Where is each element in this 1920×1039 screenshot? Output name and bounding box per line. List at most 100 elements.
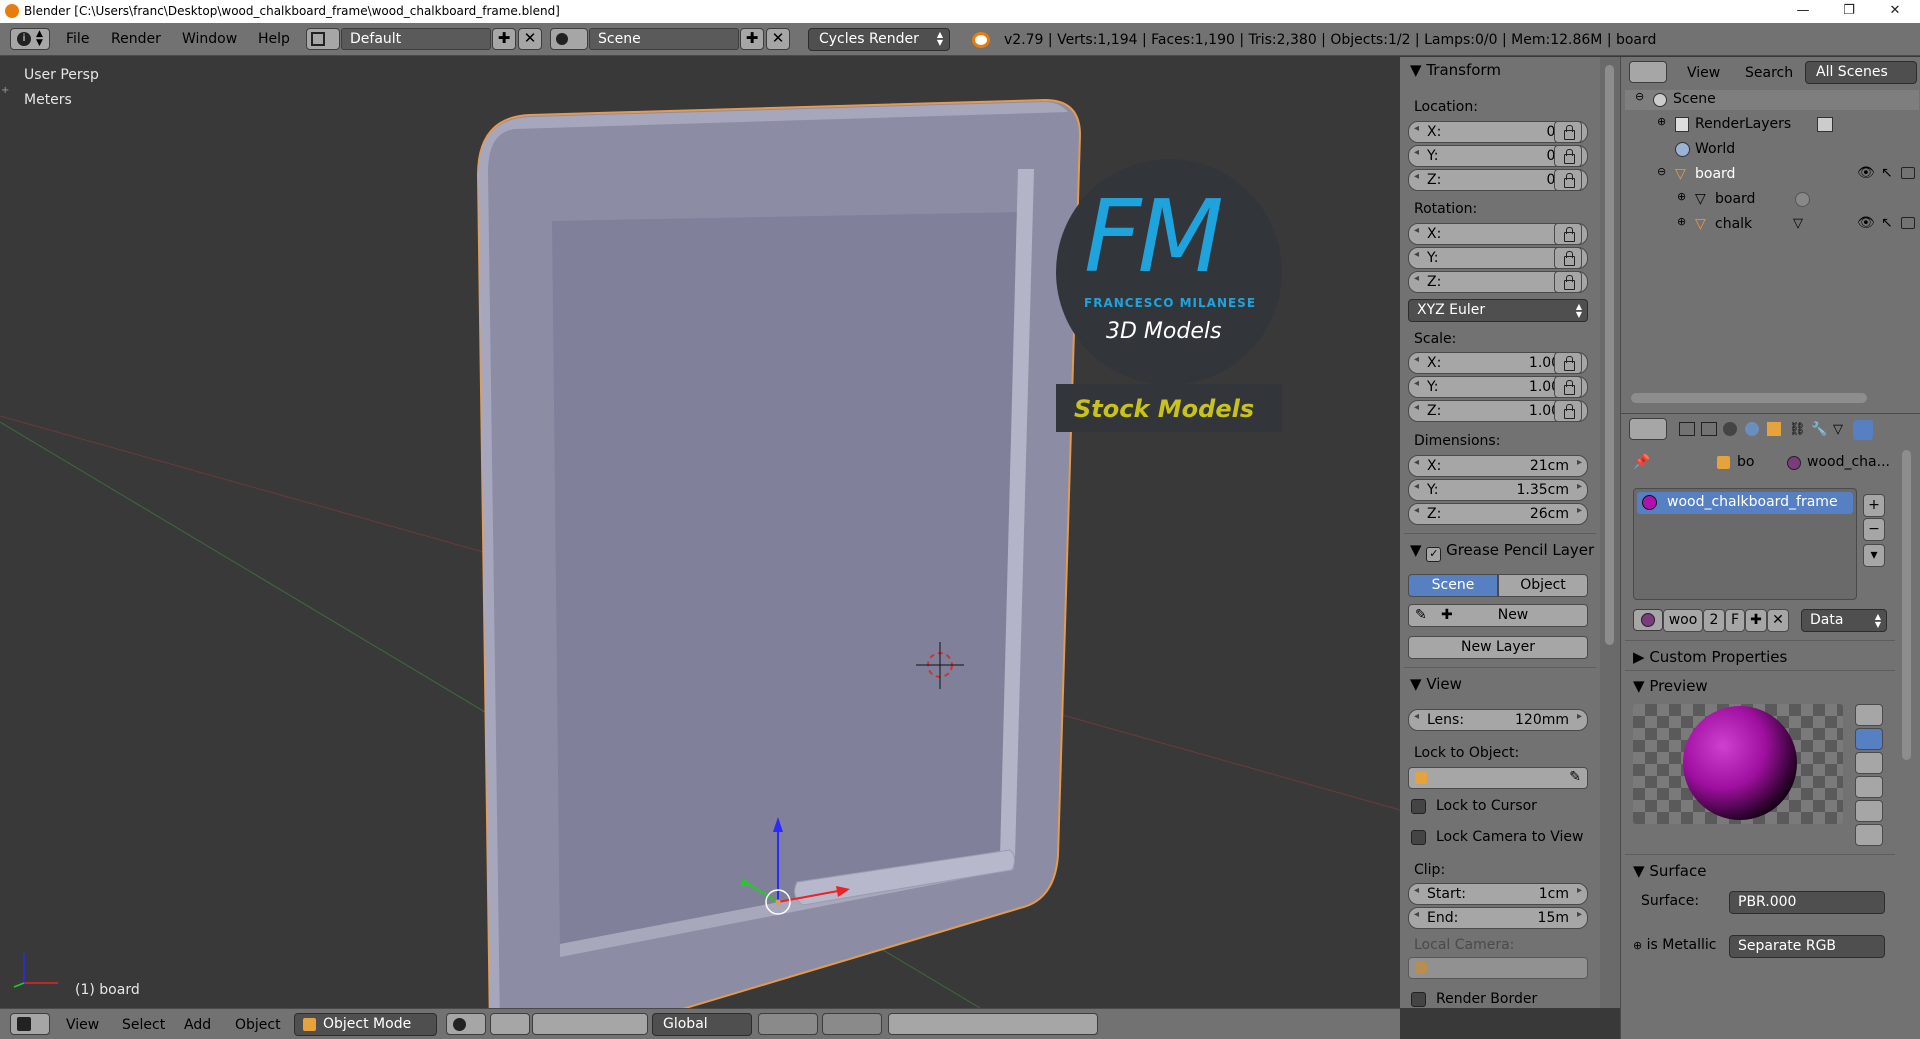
material-slot-item[interactable]: wood_chalkboard_frame	[1637, 492, 1853, 514]
new-layer-button[interactable]: New Layer	[1408, 636, 1588, 659]
outliner-row-chalk[interactable]: ⊕ ▽ chalk ▽ 👁 ↖	[1625, 215, 1919, 235]
dimensions-x-field[interactable]: ◂ X: 21cm ▸	[1408, 455, 1588, 477]
custom-properties-panel-header[interactable]: ▶ Custom Properties	[1633, 648, 1787, 666]
menu-add[interactable]: Add	[184, 1017, 211, 1033]
menu-object[interactable]: Object	[235, 1017, 281, 1033]
remove-material-slot-button[interactable]: −	[1863, 518, 1885, 541]
editor-type-button[interactable]	[10, 1013, 50, 1035]
properties-editor-type[interactable]	[1629, 418, 1667, 440]
unlink-material-button[interactable]: ✕	[1767, 609, 1789, 632]
clip-end-field[interactable]: ◂ End: 15m ▸	[1408, 907, 1588, 929]
lock-rotation-x-icon[interactable]	[1554, 223, 1582, 245]
lock-location-z-icon[interactable]	[1554, 169, 1582, 191]
menu-file[interactable]: File	[66, 31, 89, 47]
menu-select[interactable]: Select	[122, 1017, 165, 1033]
rotation-mode-dropdown[interactable]: XYZ Euler ▲ ▼	[1408, 299, 1588, 322]
layer-buttons-1[interactable]	[758, 1013, 818, 1035]
render-border-checkbox[interactable]	[1411, 992, 1426, 1007]
viewport-shading-button[interactable]	[446, 1013, 486, 1035]
close-button[interactable]: ✕	[1872, 0, 1918, 23]
scene-browse[interactable]	[550, 28, 588, 50]
outliner-row-renderlayers[interactable]: ⊕ RenderLayers	[1625, 115, 1919, 135]
scene-field[interactable]: Scene	[589, 28, 739, 50]
visibility-eye-icon[interactable]: 👁	[1857, 215, 1875, 231]
material-link-dropdown[interactable]: Data ▲ ▼	[1801, 609, 1887, 632]
lock-camera-checkbox[interactable]	[1411, 830, 1426, 845]
grease-pencil-checkbox[interactable]: ✓	[1426, 547, 1442, 562]
material-name-field[interactable]: woo	[1663, 609, 1703, 632]
3d-viewport[interactable]: FM FRANCESCO MILANESE 3D Models Stock Mo…	[0, 57, 1400, 1008]
outliner-menu-search[interactable]: Search	[1745, 65, 1793, 81]
minimize-button[interactable]: —	[1780, 0, 1826, 23]
pivot-point-button[interactable]	[490, 1013, 530, 1035]
outliner-row-world[interactable]: World	[1625, 140, 1919, 160]
screen-layout-browse[interactable]	[306, 28, 340, 50]
lock-scale-x-icon[interactable]	[1554, 352, 1582, 374]
metallic-input-dropdown[interactable]: Separate RGB	[1729, 935, 1885, 958]
add-scene-button[interactable]: ✚	[740, 28, 764, 50]
material-specials-button[interactable]: ▾	[1863, 544, 1885, 567]
snap-and-render-buttons[interactable]	[888, 1013, 1098, 1035]
dimensions-z-field[interactable]: ◂ Z: 26cm ▸	[1408, 503, 1588, 525]
properties-scrollbar[interactable]	[1902, 450, 1911, 760]
add-layout-button[interactable]: ✚	[492, 28, 516, 50]
menu-view[interactable]: View	[66, 1017, 99, 1033]
lock-location-y-icon[interactable]	[1554, 145, 1582, 167]
view-panel-header[interactable]: ▼ View	[1410, 675, 1462, 693]
expand-tools-icon[interactable]: +	[1, 85, 9, 96]
outliner-row-board-mesh[interactable]: ⊕ ▽ board	[1625, 190, 1919, 210]
material-slots-list[interactable]: wood_chalkboard_frame	[1633, 488, 1857, 600]
lock-scale-z-icon[interactable]	[1554, 400, 1582, 422]
fake-user-button[interactable]: F	[1725, 609, 1745, 632]
material-browse-button[interactable]	[1633, 609, 1663, 631]
mode-dropdown[interactable]: Object Mode	[294, 1013, 437, 1036]
grease-pencil-scene-tab[interactable]: Scene	[1408, 574, 1498, 597]
transform-panel-header[interactable]: ▼ Transform	[1410, 61, 1501, 79]
renderable-camera-icon[interactable]	[1901, 217, 1915, 229]
manipulator-buttons[interactable]	[532, 1013, 648, 1035]
eyedropper-icon[interactable]: ✎	[1569, 769, 1581, 785]
lock-rotation-z-icon[interactable]	[1554, 271, 1582, 293]
maximize-button[interactable]: ❐	[1826, 0, 1872, 23]
lock-location-x-icon[interactable]	[1554, 121, 1582, 143]
add-material-slot-button[interactable]: +	[1863, 494, 1885, 517]
new-material-button[interactable]: ✚	[1745, 609, 1767, 632]
lens-field[interactable]: ◂ Lens: 120mm ▸	[1408, 709, 1588, 731]
remove-scene-button[interactable]: ✕	[766, 28, 790, 50]
screen-layout-field[interactable]: Default	[341, 28, 491, 50]
preview-type-buttons[interactable]	[1855, 704, 1885, 846]
outliner-row-board[interactable]: ⊖ ▽ board 👁 ↖	[1625, 165, 1919, 185]
editor-type-button[interactable]: i ▲ ▼	[10, 28, 50, 50]
remove-layout-button[interactable]: ✕	[518, 28, 542, 50]
outliner-h-scrollbar[interactable]	[1631, 393, 1867, 403]
menu-window[interactable]: Window	[182, 31, 237, 47]
outliner-filter-dropdown[interactable]: All Scenes	[1805, 61, 1917, 84]
lock-to-cursor-checkbox[interactable]	[1411, 799, 1426, 814]
lock-scale-y-icon[interactable]	[1554, 376, 1582, 398]
menu-help[interactable]: Help	[258, 31, 290, 47]
selectable-arrow-icon[interactable]: ↖	[1881, 215, 1893, 231]
properties-context-tabs[interactable]: ⛓ 🔧 ▽	[1679, 420, 1919, 440]
grease-pencil-panel-header[interactable]: ▼ ✓ Grease Pencil Layer	[1410, 541, 1594, 562]
dimensions-y-field[interactable]: ◂ Y: 1.35cm ▸	[1408, 479, 1588, 501]
lock-object-field[interactable]: ✎	[1408, 767, 1588, 789]
menu-render[interactable]: Render	[111, 31, 161, 47]
outliner-editor-type[interactable]	[1629, 61, 1667, 83]
grease-pencil-object-tab[interactable]: Object	[1498, 574, 1588, 597]
outliner-menu-view[interactable]: View	[1687, 65, 1720, 81]
visibility-eye-icon[interactable]: 👁	[1857, 165, 1875, 181]
selectable-arrow-icon[interactable]: ↖	[1881, 165, 1893, 181]
surface-panel-header[interactable]: ▼ Surface	[1633, 862, 1706, 880]
lock-rotation-y-icon[interactable]	[1554, 247, 1582, 269]
clip-start-field[interactable]: ◂ Start: 1cm ▸	[1408, 883, 1588, 905]
render-engine-dropdown[interactable]: Cycles Render ▲ ▼	[808, 28, 950, 51]
n-panel-scrollbar[interactable]	[1600, 57, 1620, 1008]
material-users-count[interactable]: 2	[1703, 609, 1725, 632]
preview-panel-header[interactable]: ▼ Preview	[1633, 677, 1708, 695]
grease-pencil-new-button[interactable]: ✎ ✚ New	[1408, 604, 1588, 627]
renderable-camera-icon[interactable]	[1901, 167, 1915, 179]
pin-icon[interactable]: 📌	[1633, 454, 1650, 470]
outliner-row-scene[interactable]: ⊖ Scene	[1625, 90, 1919, 110]
surface-shader-dropdown[interactable]: PBR.000	[1729, 891, 1885, 914]
layer-buttons-2[interactable]	[822, 1013, 882, 1035]
